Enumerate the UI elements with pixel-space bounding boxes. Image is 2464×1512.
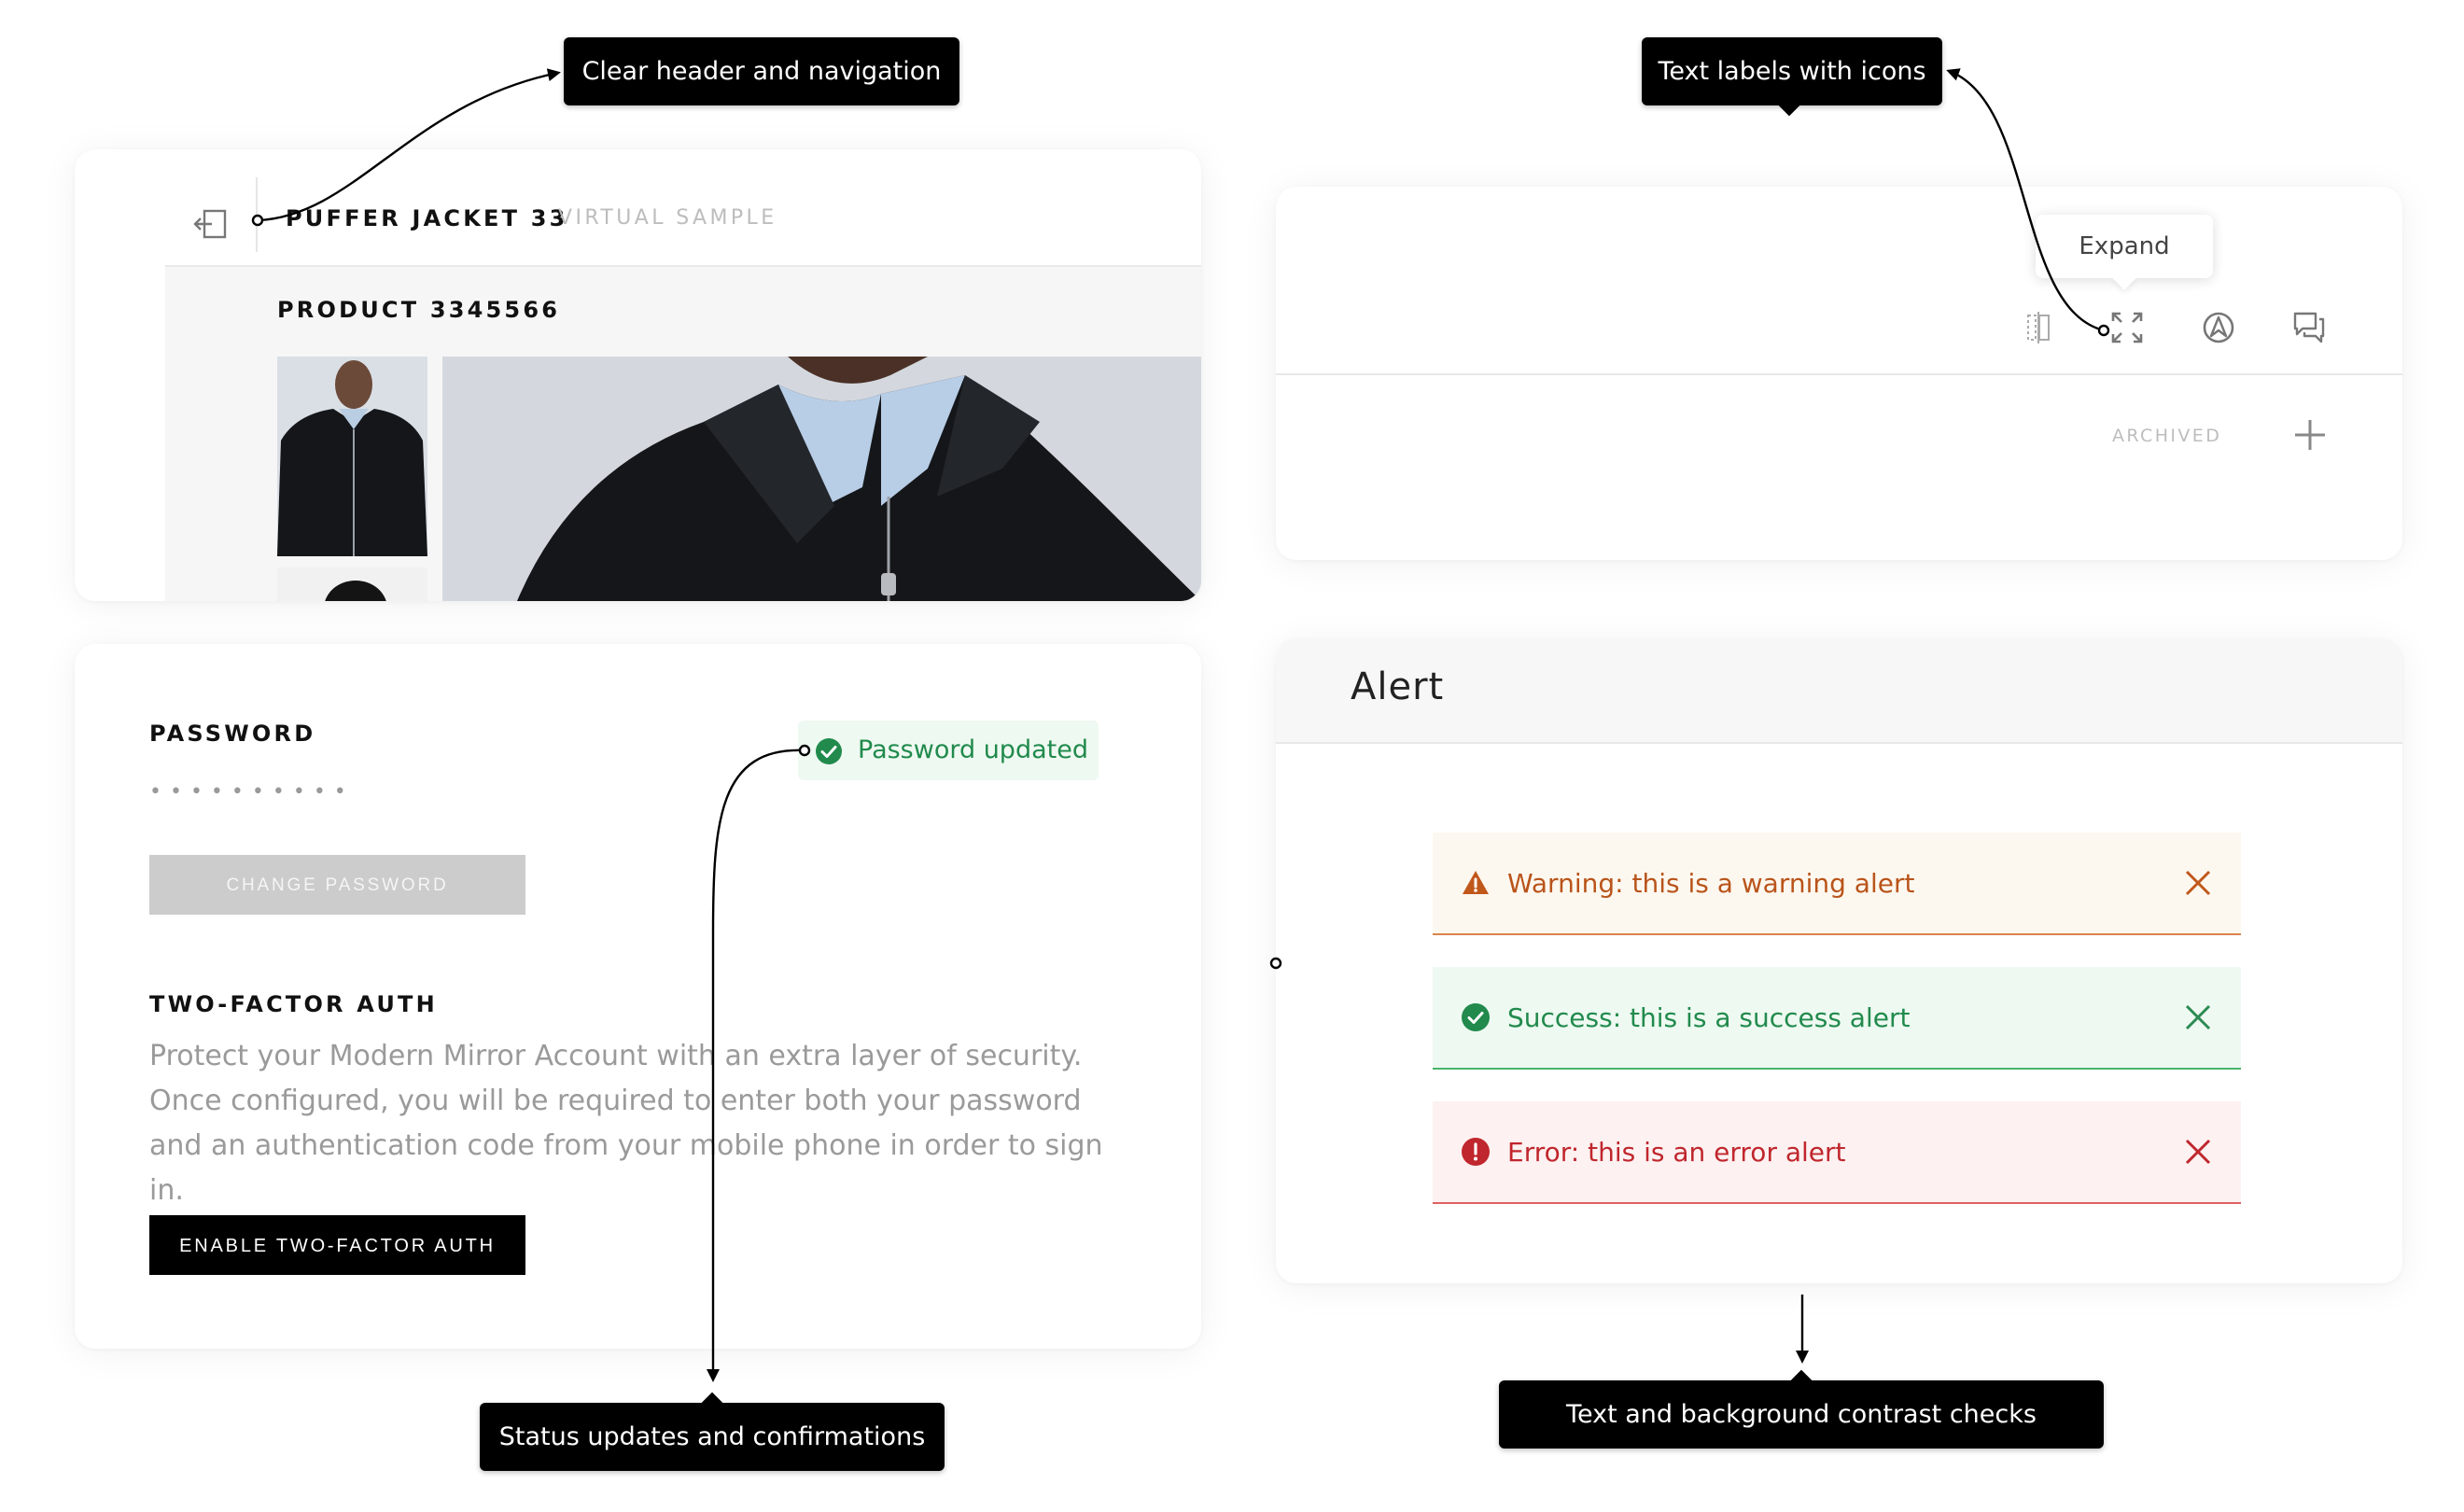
product-subtitle: VIRTUAL SAMPLE — [558, 206, 777, 230]
close-icon[interactable] — [2181, 866, 2215, 900]
alert-label: Error: — [1507, 1137, 1580, 1168]
product-header-card: PUFFER JACKET 33 VIRTUAL SAMPLE PRODUCT … — [75, 149, 1201, 601]
annotation-header-navigation: Clear header and navigation — [564, 37, 959, 105]
split-view-icon[interactable] — [2021, 310, 2056, 345]
enable-two-factor-button[interactable]: ENABLE TWO-FACTOR AUTH — [149, 1215, 525, 1275]
badge-text: Password updated — [858, 735, 1088, 764]
plus-icon[interactable] — [2291, 416, 2329, 454]
alert-label: Warning: — [1507, 868, 1624, 899]
alert-card: Alert Warning: this is a warning alert S… — [1276, 639, 2402, 1283]
check-circle-icon — [816, 738, 842, 764]
comments-icon[interactable] — [2291, 310, 2327, 345]
warning-alert-text: Warning: this is a warning alert — [1507, 868, 1914, 899]
expand-tooltip: Expand — [2036, 215, 2213, 278]
password-settings-card: PASSWORD •••••••••• CHANGE PASSWORD Pass… — [75, 644, 1201, 1349]
check-circle-icon — [1462, 1003, 1490, 1031]
warning-alert: Warning: this is a warning alert — [1433, 833, 2241, 935]
alert-message: this is a success alert — [1621, 1002, 1911, 1033]
error-alert-text: Error: this is an error alert — [1507, 1137, 1846, 1168]
change-password-button[interactable]: CHANGE PASSWORD — [149, 855, 525, 915]
success-alert-text: Success: this is a success alert — [1507, 1002, 1910, 1033]
product-title: PUFFER JACKET 33 — [286, 205, 568, 231]
annotation-text-labels-icons: Text labels with icons — [1642, 37, 1942, 105]
toolbar-divider — [1276, 373, 2402, 375]
expand-icon[interactable] — [2109, 310, 2145, 345]
two-factor-description: Protect your Modern Mirror Account with … — [149, 1040, 1103, 1207]
annotation-status-updates: Status updates and confirmations — [480, 1403, 945, 1471]
product-thumbnail-1[interactable] — [277, 357, 427, 556]
alert-card-title: Alert — [1351, 665, 1445, 708]
password-mask: •••••••••• — [149, 780, 355, 804]
alert-card-header: Alert — [1276, 639, 2402, 744]
product-code: PRODUCT 3345566 — [277, 297, 561, 323]
topbar-divider — [256, 177, 258, 252]
warning-triangle-icon — [1463, 871, 1489, 894]
toolbar-card: Expand ARCHIVED — [1276, 187, 2402, 560]
product-main-image — [442, 357, 1201, 601]
close-icon[interactable] — [2181, 1135, 2215, 1169]
password-updated-badge: Password updated — [798, 721, 1099, 780]
alert-label: Success: — [1507, 1002, 1622, 1033]
archived-tab[interactable]: ARCHIVED — [2112, 426, 2221, 446]
product-thumbnail-2[interactable] — [277, 567, 427, 601]
annotation-contrast-checks: Text and background contrast checks — [1499, 1380, 2104, 1449]
error-circle-icon — [1462, 1138, 1490, 1166]
alert-message: this is a warning alert — [1623, 868, 1915, 899]
alert-message: this is an error alert — [1579, 1137, 1846, 1168]
close-icon[interactable] — [2181, 1001, 2215, 1034]
success-alert: Success: this is a success alert — [1433, 967, 2241, 1070]
password-label: PASSWORD — [149, 721, 316, 747]
error-alert: Error: this is an error alert — [1433, 1101, 2241, 1204]
compass-icon[interactable] — [2201, 310, 2236, 345]
two-factor-label: TWO-FACTOR AUTH — [149, 991, 438, 1017]
back-exit-icon[interactable] — [193, 205, 231, 243]
